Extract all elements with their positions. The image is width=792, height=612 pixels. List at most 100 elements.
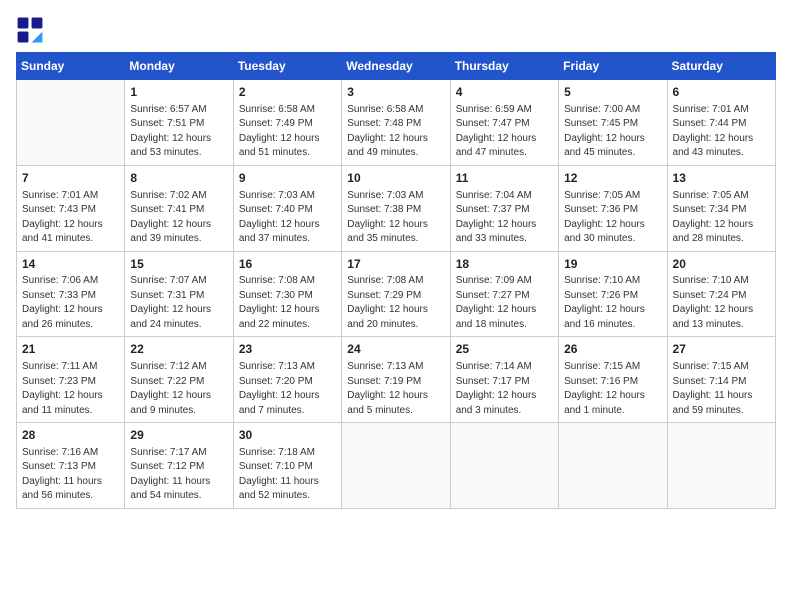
day-number: 29: [130, 427, 227, 444]
calendar-cell: [559, 423, 667, 509]
day-number: 20: [673, 256, 770, 273]
day-number: 9: [239, 170, 336, 187]
calendar-cell: 12 Sunrise: 7:05 AM Sunset: 7:36 PM Dayli…: [559, 165, 667, 251]
calendar-cell: [17, 80, 125, 166]
calendar-cell: 25 Sunrise: 7:14 AM Sunset: 7:17 PM Dayli…: [450, 337, 558, 423]
day-number: 11: [456, 170, 553, 187]
calendar-cell: 29 Sunrise: 7:17 AM Sunset: 7:12 PM Dayli…: [125, 423, 233, 509]
calendar-week-row: 7Sunrise: 7:01 AM Sunset: 7:43 PM Daylig…: [17, 165, 776, 251]
page-header: [16, 16, 776, 44]
calendar-cell: 15Sunrise: 7:07 AM Sunset: 7:31 PM Dayli…: [125, 251, 233, 337]
day-number: 15: [130, 256, 227, 273]
calendar-cell: 8 Sunrise: 7:02 AM Sunset: 7:41 PM Daylig…: [125, 165, 233, 251]
calendar-cell: 5 Sunrise: 7:00 AM Sunset: 7:45 PM Daylig…: [559, 80, 667, 166]
day-number: 13: [673, 170, 770, 187]
day-info: Sunrise: 7:05 AM Sunset: 7:34 PM Dayligh…: [673, 189, 770, 247]
day-info: Sunrise: 7:15 AM Sunset: 7:14 PM Dayligh…: [673, 360, 770, 418]
weekday-header-monday: Monday: [125, 53, 233, 80]
calendar-cell: 28 Sunrise: 7:16 AM Sunset: 7:13 PM Dayli…: [17, 423, 125, 509]
day-info: Sunrise: 7:02 AM Sunset: 7:41 PM Dayligh…: [130, 189, 227, 247]
day-info: Sunrise: 7:13 AM Sunset: 7:20 PM Dayligh…: [239, 360, 336, 418]
calendar-cell: 9 Sunrise: 7:03 AM Sunset: 7:40 PM Daylig…: [233, 165, 341, 251]
day-number: 16: [239, 256, 336, 273]
day-number: 5: [564, 84, 661, 101]
day-number: 7: [22, 170, 119, 187]
logo-icon: [16, 16, 44, 44]
day-number: 17: [347, 256, 444, 273]
day-info: Sunrise: 7:16 AM Sunset: 7:13 PM Dayligh…: [22, 446, 119, 504]
day-number: 22: [130, 341, 227, 358]
day-number: 18: [456, 256, 553, 273]
day-info: Sunrise: 7:14 AM Sunset: 7:17 PM Dayligh…: [456, 360, 553, 418]
calendar-cell: 4 Sunrise: 6:59 AM Sunset: 7:47 PM Daylig…: [450, 80, 558, 166]
day-info: Sunrise: 6:57 AM Sunset: 7:51 PM Dayligh…: [130, 103, 227, 161]
calendar-week-row: 28 Sunrise: 7:16 AM Sunset: 7:13 PM Dayli…: [17, 423, 776, 509]
day-info: Sunrise: 7:13 AM Sunset: 7:19 PM Dayligh…: [347, 360, 444, 418]
day-number: 23: [239, 341, 336, 358]
day-number: 21: [22, 341, 119, 358]
day-info: Sunrise: 6:58 AM Sunset: 7:48 PM Dayligh…: [347, 103, 444, 161]
weekday-header-saturday: Saturday: [667, 53, 775, 80]
day-number: 10: [347, 170, 444, 187]
day-info: Sunrise: 6:58 AM Sunset: 7:49 PM Dayligh…: [239, 103, 336, 161]
calendar-table: SundayMondayTuesdayWednesdayThursdayFrid…: [16, 52, 776, 509]
day-number: 1: [130, 84, 227, 101]
day-number: 27: [673, 341, 770, 358]
calendar-cell: [450, 423, 558, 509]
day-info: Sunrise: 7:06 AM Sunset: 7:33 PM Dayligh…: [22, 274, 119, 332]
day-info: Sunrise: 7:03 AM Sunset: 7:40 PM Dayligh…: [239, 189, 336, 247]
day-info: Sunrise: 7:01 AM Sunset: 7:44 PM Dayligh…: [673, 103, 770, 161]
day-number: 8: [130, 170, 227, 187]
day-number: 26: [564, 341, 661, 358]
day-info: Sunrise: 7:00 AM Sunset: 7:45 PM Dayligh…: [564, 103, 661, 161]
calendar-cell: 13 Sunrise: 7:05 AM Sunset: 7:34 PM Dayli…: [667, 165, 775, 251]
day-info: Sunrise: 7:09 AM Sunset: 7:27 PM Dayligh…: [456, 274, 553, 332]
calendar-cell: 1 Sunrise: 6:57 AM Sunset: 7:51 PM Daylig…: [125, 80, 233, 166]
day-info: Sunrise: 7:11 AM Sunset: 7:23 PM Dayligh…: [22, 360, 119, 418]
day-number: 3: [347, 84, 444, 101]
day-number: 25: [456, 341, 553, 358]
calendar-cell: 6Sunrise: 7:01 AM Sunset: 7:44 PM Daylig…: [667, 80, 775, 166]
calendar-cell: 16Sunrise: 7:08 AM Sunset: 7:30 PM Dayli…: [233, 251, 341, 337]
day-number: 24: [347, 341, 444, 358]
calendar-header-row: SundayMondayTuesdayWednesdayThursdayFrid…: [17, 53, 776, 80]
weekday-header-wednesday: Wednesday: [342, 53, 450, 80]
calendar-cell: 14Sunrise: 7:06 AM Sunset: 7:33 PM Dayli…: [17, 251, 125, 337]
day-info: Sunrise: 7:03 AM Sunset: 7:38 PM Dayligh…: [347, 189, 444, 247]
calendar-week-row: 21 Sunrise: 7:11 AM Sunset: 7:23 PM Dayli…: [17, 337, 776, 423]
calendar-cell: 11 Sunrise: 7:04 AM Sunset: 7:37 PM Dayli…: [450, 165, 558, 251]
calendar-cell: 23 Sunrise: 7:13 AM Sunset: 7:20 PM Dayli…: [233, 337, 341, 423]
day-info: Sunrise: 7:04 AM Sunset: 7:37 PM Dayligh…: [456, 189, 553, 247]
weekday-header-tuesday: Tuesday: [233, 53, 341, 80]
calendar-cell: 27 Sunrise: 7:15 AM Sunset: 7:14 PM Dayli…: [667, 337, 775, 423]
day-info: Sunrise: 7:10 AM Sunset: 7:26 PM Dayligh…: [564, 274, 661, 332]
calendar-cell: 21 Sunrise: 7:11 AM Sunset: 7:23 PM Dayli…: [17, 337, 125, 423]
day-number: 12: [564, 170, 661, 187]
calendar-cell: 7Sunrise: 7:01 AM Sunset: 7:43 PM Daylig…: [17, 165, 125, 251]
calendar-cell: 17Sunrise: 7:08 AM Sunset: 7:29 PM Dayli…: [342, 251, 450, 337]
calendar-cell: 3 Sunrise: 6:58 AM Sunset: 7:48 PM Daylig…: [342, 80, 450, 166]
calendar-cell: 19Sunrise: 7:10 AM Sunset: 7:26 PM Dayli…: [559, 251, 667, 337]
calendar-week-row: 1 Sunrise: 6:57 AM Sunset: 7:51 PM Daylig…: [17, 80, 776, 166]
calendar-cell: 20Sunrise: 7:10 AM Sunset: 7:24 PM Dayli…: [667, 251, 775, 337]
day-number: 19: [564, 256, 661, 273]
day-info: Sunrise: 7:12 AM Sunset: 7:22 PM Dayligh…: [130, 360, 227, 418]
day-info: Sunrise: 7:05 AM Sunset: 7:36 PM Dayligh…: [564, 189, 661, 247]
weekday-header-sunday: Sunday: [17, 53, 125, 80]
day-info: Sunrise: 6:59 AM Sunset: 7:47 PM Dayligh…: [456, 103, 553, 161]
day-info: Sunrise: 7:08 AM Sunset: 7:30 PM Dayligh…: [239, 274, 336, 332]
day-info: Sunrise: 7:07 AM Sunset: 7:31 PM Dayligh…: [130, 274, 227, 332]
calendar-cell: 22 Sunrise: 7:12 AM Sunset: 7:22 PM Dayli…: [125, 337, 233, 423]
day-number: 4: [456, 84, 553, 101]
calendar-cell: [667, 423, 775, 509]
calendar-cell: [342, 423, 450, 509]
weekday-header-friday: Friday: [559, 53, 667, 80]
weekday-header-thursday: Thursday: [450, 53, 558, 80]
day-number: 28: [22, 427, 119, 444]
logo: [16, 16, 48, 44]
day-number: 14: [22, 256, 119, 273]
day-info: Sunrise: 7:17 AM Sunset: 7:12 PM Dayligh…: [130, 446, 227, 504]
calendar-cell: 26Sunrise: 7:15 AM Sunset: 7:16 PM Dayli…: [559, 337, 667, 423]
day-number: 2: [239, 84, 336, 101]
calendar-cell: 18Sunrise: 7:09 AM Sunset: 7:27 PM Dayli…: [450, 251, 558, 337]
